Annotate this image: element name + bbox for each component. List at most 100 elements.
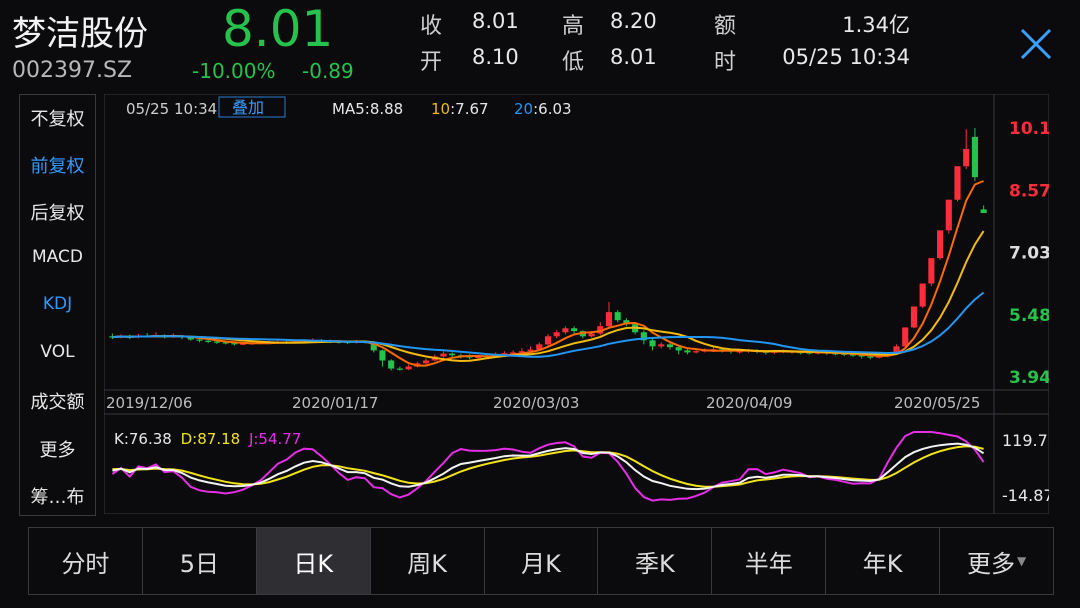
candles	[109, 128, 986, 371]
quote-close-value: 8.01	[472, 9, 519, 33]
candle-body	[658, 344, 664, 346]
date-tick-label: 2020/01/17	[292, 394, 378, 412]
quote-close-label: 收	[420, 8, 442, 40]
candle-body	[911, 306, 917, 327]
tab-more-label: 更多	[967, 544, 1015, 579]
price-tick-label: 5.48	[1009, 306, 1049, 326]
menu-more[interactable]: 更多	[20, 436, 95, 462]
tab-monthly-k-label: 月K	[521, 544, 561, 579]
date-tick-label: 2019/12/06	[106, 394, 192, 412]
ma-legend: MA5:8.88	[332, 100, 403, 118]
menu-backward-adjust[interactable]: 后复权	[20, 199, 95, 225]
candle-body	[937, 230, 943, 258]
candle-body	[214, 342, 220, 343]
ma20-label: 20	[514, 100, 533, 118]
ma5-value: 8.88	[370, 100, 403, 118]
candle-body	[606, 312, 612, 326]
candle-body	[589, 333, 595, 336]
candle-body	[676, 347, 682, 350]
tab-daily-k[interactable]: 日K	[257, 528, 371, 594]
menu-macd[interactable]: MACD	[20, 247, 95, 267]
menu-turnover[interactable]: 成交额	[20, 388, 95, 414]
change-amount: -0.89	[302, 59, 354, 83]
tab-quarterly-k[interactable]: 季K	[598, 528, 712, 594]
candle-body	[954, 166, 960, 199]
tab-half-year-label: 半年	[745, 544, 793, 579]
kline-chart[interactable]: 05/25 10:34 叠加 MA5:8.88 10:7.67 20:6.03 …	[104, 94, 1049, 514]
candle-body	[667, 344, 673, 347]
quote-time-value: 05/25 10:34	[778, 45, 910, 69]
candle-body	[388, 360, 394, 368]
ma10-label: 10	[431, 100, 450, 118]
price-axis: 10.128.577.035.483.94	[1009, 119, 1049, 388]
candle-body	[205, 341, 211, 342]
side-menu: 不复权 前复权 后复权 MACD KDJ VOL 成交额 更多 筹…布	[19, 94, 96, 516]
kdj-top-value: 119.75	[1002, 431, 1049, 450]
menu-no-adjust[interactable]: 不复权	[20, 105, 95, 131]
candle-body	[397, 369, 403, 370]
quote-high-label: 高	[562, 8, 584, 40]
current-price: 8.01	[222, 0, 333, 58]
candle-body	[650, 340, 656, 346]
close-icon	[1014, 22, 1058, 66]
menu-chip-distribution[interactable]: 筹…布	[20, 483, 95, 509]
ma20-value: 6.03	[538, 100, 571, 118]
candle-body	[423, 360, 429, 363]
candle-body	[406, 367, 412, 370]
tab-5day-label: 5日	[180, 544, 219, 579]
ma10-value: 7.67	[455, 100, 488, 118]
candle-body	[571, 328, 577, 331]
quote-amount-value: 1.34亿	[830, 9, 910, 39]
date-axis: 2019/12/06 2020/01/17 2020/03/03 2020/04/09…	[106, 394, 980, 412]
stock-code: 002397.SZ	[12, 58, 132, 83]
kdj-k-line	[112, 444, 983, 490]
ma20-legend: 20:6.03	[514, 100, 572, 118]
quote-amount-label: 额	[714, 8, 736, 40]
tab-timeshare[interactable]: 分时	[29, 528, 143, 594]
tab-yearly-k-label: 年K	[863, 544, 903, 579]
price-tick-label: 3.94	[1009, 368, 1049, 388]
date-tick-label: 2020/04/09	[706, 394, 792, 412]
candle-body	[928, 258, 934, 283]
tab-yearly-k[interactable]: 年K	[826, 528, 940, 594]
price-tick-label: 7.03	[1009, 244, 1049, 264]
kdj-j: J:54.77	[248, 430, 301, 448]
ma5-label: MA5	[332, 100, 365, 118]
period-tabs: 分时 5日 日K 周K 月K 季K 半年 年K 更多▼	[28, 527, 1054, 595]
menu-forward-adjust[interactable]: 前复权	[20, 152, 95, 178]
candle-body	[946, 200, 952, 231]
candle-body	[615, 312, 621, 320]
quote-open-value: 8.10	[472, 45, 519, 69]
menu-kdj[interactable]: KDJ	[20, 294, 95, 314]
tab-5day[interactable]: 5日	[143, 528, 257, 594]
stock-name: 梦洁股份	[12, 6, 148, 55]
kdj-d: D:87.18	[181, 430, 241, 448]
tab-weekly-k[interactable]: 周K	[371, 528, 485, 594]
candle-body	[981, 209, 987, 213]
candle-body	[693, 351, 699, 352]
date-tick-label: 2020/03/03	[493, 394, 579, 412]
quote-time-label: 时	[714, 44, 736, 76]
tab-more[interactable]: 更多▼	[940, 528, 1053, 594]
tab-weekly-k-label: 周K	[407, 544, 447, 579]
candle-body	[449, 354, 455, 356]
date-tick-label: 2020/05/25	[894, 394, 980, 412]
candle-body	[684, 350, 690, 352]
kdj-bottom-value: -14.87	[1002, 486, 1049, 505]
candle-body	[902, 327, 908, 346]
ma10-legend: 10:7.67	[431, 100, 489, 118]
overlay-button[interactable]: 叠加	[232, 98, 264, 117]
candle-body	[562, 328, 568, 332]
candle-body	[440, 354, 446, 357]
candle-body	[379, 350, 385, 360]
close-button[interactable]	[1014, 22, 1058, 66]
tab-monthly-k[interactable]: 月K	[485, 528, 599, 594]
quote-open-label: 开	[420, 44, 442, 76]
kdj-legend: K:76.38 D:87.18 J:54.77	[114, 430, 301, 448]
menu-vol[interactable]: VOL	[20, 342, 95, 362]
price-tick-label: 8.57	[1009, 181, 1049, 201]
quote-low-value: 8.01	[610, 45, 657, 69]
candle-body	[554, 332, 560, 336]
tab-daily-k-label: 日K	[293, 544, 333, 579]
tab-half-year[interactable]: 半年	[712, 528, 826, 594]
